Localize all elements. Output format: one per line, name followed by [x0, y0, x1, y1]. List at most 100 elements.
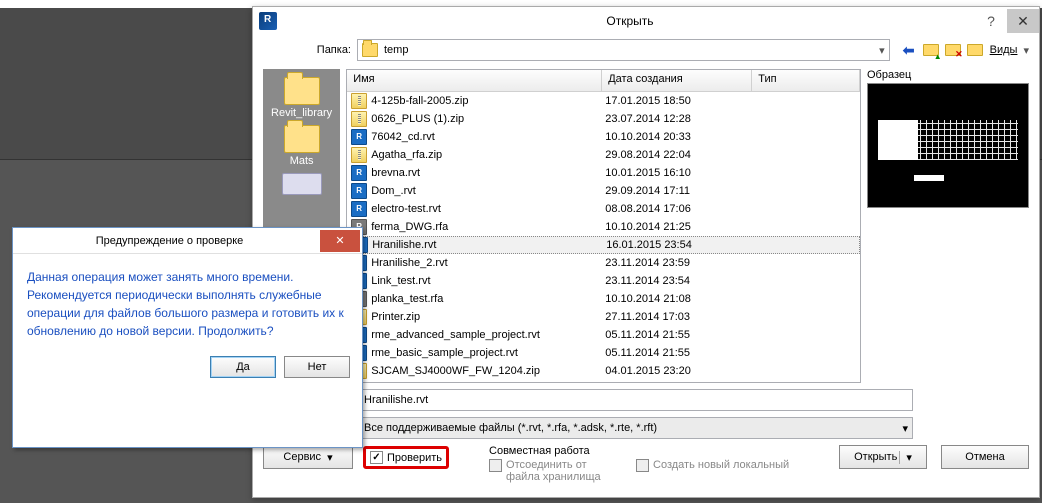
- preview-label: Образец: [867, 69, 1029, 81]
- file-date: 05.11.2014 21:55: [605, 329, 755, 341]
- places-item[interactable]: [263, 169, 340, 195]
- folder-new-icon: [967, 44, 983, 56]
- file-date: 29.08.2014 22:04: [605, 149, 755, 161]
- open-button[interactable]: Открыть ▾: [839, 445, 927, 469]
- chevron-down-icon: ▾: [327, 451, 333, 464]
- verify-checkbox[interactable]: Проверить: [370, 451, 442, 464]
- file-date: 23.11.2014 23:59: [605, 257, 755, 269]
- folder-icon: [284, 77, 320, 105]
- folder-delete-icon: [945, 44, 961, 56]
- filetype-value: Все поддерживаемые файлы (*.rvt, *.rfa, …: [364, 422, 657, 434]
- rvt-file-icon: [351, 201, 367, 217]
- column-type[interactable]: Тип: [752, 70, 860, 91]
- file-row[interactable]: Link_test.rvt23.11.2014 23:54: [347, 272, 860, 290]
- file-date: 17.01.2015 18:50: [605, 95, 755, 107]
- file-name: rme_basic_sample_project.rvt: [371, 347, 605, 359]
- checkbox-icon: [489, 459, 502, 472]
- folder-icon: [362, 43, 378, 57]
- folder-icon: [284, 125, 320, 153]
- file-name: electro-test.rvt: [371, 203, 605, 215]
- rvt-file-icon: [351, 183, 367, 199]
- checkbox-icon: [636, 459, 649, 472]
- file-name: brevna.rvt: [371, 167, 605, 179]
- file-date: 10.10.2014 20:33: [605, 131, 755, 143]
- file-list[interactable]: 4-125b-fall-2005.zip17.01.2015 18:500626…: [347, 92, 860, 383]
- new-folder-button[interactable]: [966, 41, 984, 59]
- file-name: Hranilishe_2.rvt: [371, 257, 605, 269]
- new-local-checkbox[interactable]: Создать новый локальный: [636, 459, 789, 472]
- file-date: 29.09.2014 17:11: [605, 185, 755, 197]
- close-button[interactable]: ✕: [320, 230, 360, 252]
- file-row[interactable]: ferma_DWG.rfa10.10.2014 21:25: [347, 218, 860, 236]
- file-name: SJCAM_SJ4000WF_FW_1204.zip: [371, 365, 605, 377]
- cancel-button[interactable]: Отмена: [941, 445, 1029, 469]
- places-item[interactable]: Revit_library: [263, 73, 340, 119]
- file-name: Hranilishe.rvt: [372, 239, 606, 251]
- file-row[interactable]: electro-test.rvt08.08.2014 17:06: [347, 200, 860, 218]
- arrow-left-icon: ⬅: [903, 42, 915, 59]
- views-dropdown[interactable]: Виды: [988, 44, 1020, 56]
- filetype-dropdown[interactable]: Все поддерживаемые файлы (*.rvt, *.rfa, …: [359, 417, 913, 439]
- chevron-down-icon: ▾: [899, 451, 912, 464]
- service-button[interactable]: Сервис ▾: [263, 445, 353, 469]
- chevron-down-icon: ▾: [902, 422, 908, 435]
- file-row[interactable]: planka_test.rfa10.10.2014 21:08: [347, 290, 860, 308]
- file-row[interactable]: Hranilishe_2.rvt23.11.2014 23:59: [347, 254, 860, 272]
- file-date: 05.11.2014 21:55: [605, 347, 755, 359]
- file-name: planka_test.rfa: [371, 293, 605, 305]
- file-name: Printer.zip: [371, 311, 605, 323]
- folder-dropdown[interactable]: temp ▾: [357, 39, 890, 61]
- up-folder-button[interactable]: [922, 41, 940, 59]
- file-name: rme_advanced_sample_project.rvt: [371, 329, 605, 341]
- file-date: 23.11.2014 23:54: [605, 275, 755, 287]
- file-date: 04.01.2015 23:20: [605, 365, 755, 377]
- file-name: 0626_PLUS (1).zip: [371, 113, 605, 125]
- column-name[interactable]: Имя: [347, 70, 602, 91]
- open-dialog-titlebar[interactable]: Открыть ? ✕: [253, 7, 1039, 35]
- file-row[interactable]: 76042_cd.rvt10.10.2014 20:33: [347, 128, 860, 146]
- file-name: Agatha_rfa.zip: [371, 149, 605, 161]
- file-name: Dom_.rvt: [371, 185, 605, 197]
- file-row[interactable]: brevna.rvt10.01.2015 16:10: [347, 164, 860, 182]
- verify-highlight: Проверить: [363, 446, 449, 469]
- file-row[interactable]: rme_basic_sample_project.rvt05.11.2014 2…: [347, 344, 860, 362]
- places-item[interactable]: Mats: [263, 121, 340, 167]
- zip-file-icon: [351, 93, 367, 109]
- back-button[interactable]: ⬅: [900, 41, 918, 59]
- file-date: 27.11.2014 17:03: [605, 311, 755, 323]
- folder-up-icon: [923, 44, 939, 56]
- file-row[interactable]: Printer.zip27.11.2014 17:03: [347, 308, 860, 326]
- yes-button[interactable]: Да: [210, 356, 276, 378]
- file-name: ferma_DWG.rfa: [371, 221, 605, 233]
- warning-titlebar[interactable]: Предупреждение о проверке ✕: [13, 228, 362, 254]
- file-row[interactable]: Agatha_rfa.zip29.08.2014 22:04: [347, 146, 860, 164]
- warning-message: Данная операция может занять много време…: [13, 254, 362, 348]
- chevron-down-icon: ▾: [879, 44, 885, 57]
- filename-input[interactable]: [359, 389, 913, 411]
- file-row[interactable]: Dom_.rvt29.09.2014 17:11: [347, 182, 860, 200]
- preview-panel: Образец: [867, 69, 1029, 383]
- place-label: Revit_library: [263, 107, 340, 119]
- warning-dialog: Предупреждение о проверке ✕ Данная опера…: [12, 227, 363, 448]
- file-row[interactable]: 0626_PLUS (1).zip23.07.2014 12:28: [347, 110, 860, 128]
- zip-file-icon: [351, 147, 367, 163]
- file-name: 4-125b-fall-2005.zip: [371, 95, 605, 107]
- file-date: 08.08.2014 17:06: [605, 203, 755, 215]
- file-row[interactable]: Hranilishe.rvt16.01.2015 23:54: [347, 236, 860, 254]
- zip-file-icon: [351, 111, 367, 127]
- file-row[interactable]: SJCAM_SJ4000WF_FW_1204.zip04.01.2015 23:…: [347, 362, 860, 380]
- delete-folder-button[interactable]: [944, 41, 962, 59]
- help-button[interactable]: ?: [975, 9, 1007, 33]
- file-row[interactable]: 4-125b-fall-2005.zip17.01.2015 18:50: [347, 92, 860, 110]
- column-date[interactable]: Дата создания: [602, 70, 752, 91]
- rvt-file-icon: [351, 165, 367, 181]
- file-row[interactable]: rme_advanced_sample_project.rvt05.11.201…: [347, 326, 860, 344]
- file-date: 23.07.2014 12:28: [605, 113, 755, 125]
- preview-thumbnail: [867, 83, 1029, 208]
- no-button[interactable]: Нет: [284, 356, 350, 378]
- detach-checkbox[interactable]: Отсоединить от файла хранилища: [489, 459, 616, 483]
- device-icon: [282, 173, 322, 195]
- file-list-panel: Имя Дата создания Тип 4-125b-fall-2005.z…: [346, 69, 861, 383]
- file-name: Link_test.rvt: [371, 275, 605, 287]
- close-button[interactable]: ✕: [1007, 9, 1039, 33]
